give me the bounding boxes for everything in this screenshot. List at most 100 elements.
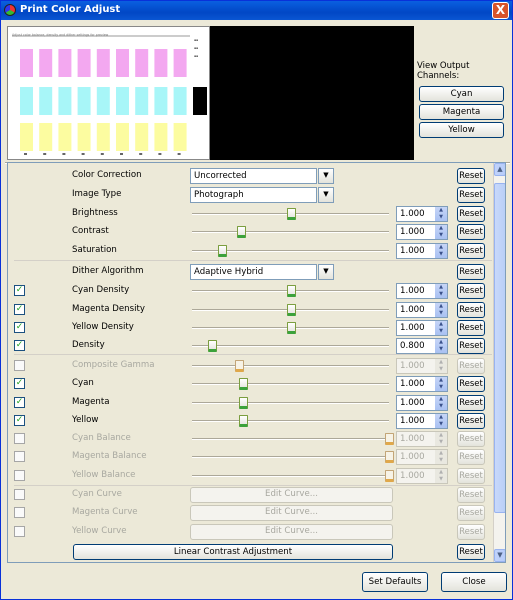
set-defaults-button[interactable]: Set Defaults [362,572,428,592]
spinner-arrows-icon[interactable]: ▲ ▼ [435,207,447,221]
cyan-balance-slider[interactable] [192,433,394,445]
magenta-density-checkbox[interactable]: ✓ [14,304,25,315]
cyan-density-spinner[interactable]: 1.000 ▲ ▼ [396,283,448,299]
density-spinner[interactable]: 0.800 ▲ ▼ [396,338,448,354]
chevron-down-icon[interactable]: ▼ [318,187,334,203]
spinner-arrows-icon[interactable]: ▲ ▼ [435,469,447,483]
contrast-spinner[interactable]: 1.000 ▲ ▼ [396,224,448,240]
close-button[interactable]: Close [441,572,507,592]
slider-thumb[interactable] [286,285,296,297]
yellow-balance-slider[interactable] [192,470,394,482]
cyan-balance-reset-button[interactable]: Reset [457,431,485,447]
slider-thumb[interactable] [235,360,245,372]
yellow-curve-edit-button[interactable]: Edit Curve... [190,524,393,540]
cyan-reset-button[interactable]: Reset [457,376,485,392]
spinner-arrows-icon[interactable]: ▲ ▼ [435,321,447,335]
cyan-curve-reset-button[interactable]: Reset [457,487,485,503]
cyan-curve-checkbox[interactable] [14,489,25,500]
magenta-density-reset-button[interactable]: Reset [457,302,485,318]
cyan-checkbox[interactable]: ✓ [14,378,25,389]
slider-thumb[interactable] [239,397,249,409]
magenta-slider[interactable] [192,397,389,409]
density-checkbox[interactable]: ✓ [14,340,25,351]
spinner-arrows-icon[interactable]: ▲ ▼ [435,284,447,298]
slider-thumb[interactable] [286,208,296,220]
image-type-select[interactable]: Photograph [190,187,317,203]
composite-gamma-spinner[interactable]: 1.000 ▲ ▼ [396,358,448,374]
cyan-balance-spinner[interactable]: 1.000 ▲ ▼ [396,431,448,447]
spinner-arrows-icon[interactable]: ▲ ▼ [435,450,447,464]
slider-thumb[interactable] [385,470,394,482]
slider-thumb[interactable] [207,340,217,352]
cyan-slider[interactable] [192,378,389,390]
cyan-density-slider[interactable] [192,285,389,297]
spinner-arrows-icon[interactable]: ▲ ▼ [435,414,447,428]
color-correction-select[interactable]: Uncorrected [190,168,317,184]
close-icon[interactable]: X [492,2,509,19]
brightness-slider[interactable] [192,208,389,220]
cyan-density-reset-button[interactable]: Reset [457,283,485,299]
linear-contrast-adjustment-button[interactable]: Linear Contrast Adjustment [73,544,393,560]
brightness-spinner[interactable]: 1.000 ▲ ▼ [396,206,448,222]
slider-thumb[interactable] [286,304,296,316]
slider-thumb[interactable] [239,415,249,427]
magenta-curve-edit-button[interactable]: Edit Curve... [190,505,393,521]
yellow-curve-checkbox[interactable] [14,526,25,537]
yellow-density-reset-button[interactable]: Reset [457,320,485,336]
spinner-arrows-icon[interactable]: ▲ ▼ [435,359,447,373]
magenta-balance-checkbox[interactable] [14,451,25,462]
dither-algorithm-reset-button[interactable]: Reset [457,264,485,280]
cyan-density-checkbox[interactable]: ✓ [14,285,25,296]
spinner-arrows-icon[interactable]: ▲ ▼ [435,396,447,410]
color-correction-reset-button[interactable]: Reset [457,168,485,184]
magenta-curve-checkbox[interactable] [14,507,25,518]
yellow-density-spinner[interactable]: 1.000 ▲ ▼ [396,320,448,336]
magenta-channel-button[interactable]: Magenta [419,104,504,120]
yellow-slider[interactable] [192,415,389,427]
magenta-density-slider[interactable] [192,304,389,316]
yellow-balance-reset-button[interactable]: Reset [457,468,485,484]
spinner-arrows-icon[interactable]: ▲ ▼ [435,225,447,239]
yellow-checkbox[interactable]: ✓ [14,415,25,426]
yellow-spinner[interactable]: 1.000 ▲ ▼ [396,413,448,429]
scroll-up-icon[interactable]: ▲ [494,163,505,176]
magenta-reset-button[interactable]: Reset [457,395,485,411]
saturation-reset-button[interactable]: Reset [457,243,485,259]
yellow-channel-button[interactable]: Yellow [419,122,504,138]
vertical-scrollbar[interactable]: ▲ ▼ [493,163,505,562]
magenta-density-spinner[interactable]: 1.000 ▲ ▼ [396,302,448,318]
contrast-slider[interactable] [192,226,389,238]
spinner-arrows-icon[interactable]: ▲ ▼ [435,432,447,446]
magenta-spinner[interactable]: 1.000 ▲ ▼ [396,395,448,411]
spinner-arrows-icon[interactable]: ▲ ▼ [435,244,447,258]
composite-gamma-slider[interactable] [192,360,389,372]
yellow-density-slider[interactable] [192,322,389,334]
magenta-curve-reset-button[interactable]: Reset [457,505,485,521]
magenta-balance-reset-button[interactable]: Reset [457,449,485,465]
linear-contrast-adjustment-reset-button[interactable]: Reset [457,544,485,560]
saturation-slider[interactable] [192,245,389,257]
yellow-density-checkbox[interactable]: ✓ [14,322,25,333]
contrast-reset-button[interactable]: Reset [457,224,485,240]
slider-thumb[interactable] [217,245,227,257]
yellow-balance-spinner[interactable]: 1.000 ▲ ▼ [396,468,448,484]
dither-algorithm-select[interactable]: Adaptive Hybrid [190,264,317,280]
chevron-down-icon[interactable]: ▼ [318,168,334,184]
saturation-spinner[interactable]: 1.000 ▲ ▼ [396,243,448,259]
slider-thumb[interactable] [286,322,296,334]
composite-gamma-reset-button[interactable]: Reset [457,358,485,374]
composite-gamma-checkbox[interactable] [14,360,25,371]
spinner-arrows-icon[interactable]: ▲ ▼ [435,303,447,317]
image-type-reset-button[interactable]: Reset [457,187,485,203]
scroll-thumb[interactable] [494,183,505,513]
slider-thumb[interactable] [385,433,394,445]
yellow-reset-button[interactable]: Reset [457,413,485,429]
spinner-arrows-icon[interactable]: ▲ ▼ [435,339,447,353]
scroll-down-icon[interactable]: ▼ [494,549,505,562]
slider-thumb[interactable] [385,451,394,463]
magenta-checkbox[interactable]: ✓ [14,397,25,408]
yellow-curve-reset-button[interactable]: Reset [457,524,485,540]
cyan-channel-button[interactable]: Cyan [419,86,504,102]
slider-thumb[interactable] [237,226,247,238]
density-slider[interactable] [192,340,389,352]
